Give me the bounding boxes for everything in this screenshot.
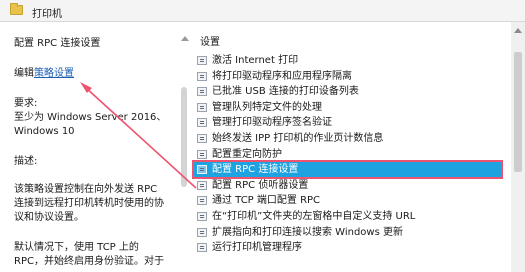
policy-setting-icon <box>197 212 207 221</box>
settings-list-pane: 设置 激活 Internet 打印将打印驱动程序和应用程序隔离 已批准 USB 连… <box>190 22 509 272</box>
setting-item-label: 配置 RPC 侦听器设置 <box>212 179 309 191</box>
setting-item-label: 将打印驱动程序和应用程序隔离 <box>212 70 352 82</box>
description-label: 描述: <box>14 156 38 167</box>
setting-item[interactable]: 扩展指向和打印连接以搜索 Windows 更新 <box>194 225 501 240</box>
setting-item-label: 运行打印机管理程序 <box>212 242 302 254</box>
setting-item[interactable]: 运行打印机管理程序 <box>194 240 501 255</box>
setting-item-label: 已批准 USB 连接的打印设备列表 <box>212 86 359 98</box>
description-line-2: 连接到远程打印机转机时使用的协 <box>14 198 164 209</box>
scroll-up-arrow-icon[interactable] <box>181 36 189 41</box>
setting-item-label: 始终发送 IPP 打印机的作业页计数信息 <box>212 133 384 144</box>
left-scrollbar[interactable] <box>180 32 189 272</box>
scroll-thumb[interactable] <box>514 52 522 172</box>
policy-setting-icon <box>197 118 207 128</box>
folder-title: 打印机 <box>32 9 62 20</box>
title-bar: 打印机 <box>0 0 525 22</box>
policy-setting-icon <box>197 102 207 112</box>
setting-item[interactable]: 通过 TCP 端口配置 RPC <box>194 193 501 208</box>
setting-item-label: 配置 RPC 连接设置 <box>212 164 299 176</box>
description-line-5: RPC，并始终启用身份验证。对于 <box>14 256 164 267</box>
selected-setting-item[interactable]: 配置 RPC 连接设置 <box>192 160 503 180</box>
setting-item[interactable]: 在“打印机”文件夹的左窗格中自定义支持 URL <box>194 209 501 224</box>
description-line-1: 该策略设置控制在向外发送 RPC <box>14 184 158 195</box>
setting-item[interactable]: 管理队列特定文件的处理 <box>194 100 501 115</box>
setting-item[interactable]: 激活 Internet 打印 <box>194 53 501 68</box>
policy-setting-icon <box>197 87 207 97</box>
policy-setting-icon <box>197 56 207 65</box>
policy-setting-icon <box>197 196 207 206</box>
edit-prefix: 编辑 <box>14 68 34 79</box>
policy-setting-icon <box>197 243 207 253</box>
requirements-label: 要求: <box>14 98 38 109</box>
policy-setting-icon <box>197 165 207 175</box>
requirements-line-2: Windows 10 <box>14 126 75 137</box>
policy-description-pane: 配置 RPC 连接设置 编辑策略设置 要求: 至少为 Windows Serve… <box>0 22 180 272</box>
policy-setting-icon <box>197 149 207 159</box>
scroll-up-arrow-icon[interactable] <box>514 28 522 33</box>
description-line-4: 默认情况下，使用 TCP 上的 <box>14 242 139 253</box>
requirements-line-1: 至少为 Windows Server 2016、 <box>14 112 167 123</box>
setting-item[interactable]: 管理打印驱动程序签名验证 <box>194 115 501 130</box>
policy-setting-icon <box>197 227 207 237</box>
scroll-thumb[interactable] <box>181 87 187 187</box>
setting-item[interactable]: 配置 RPC 侦听器设置 <box>194 178 501 193</box>
policy-title: 配置 RPC 连接设置 <box>14 38 101 49</box>
policy-setting-icon <box>197 134 207 143</box>
settings-column-header[interactable]: 设置 <box>200 33 220 48</box>
setting-item-label: 管理打印驱动程序签名验证 <box>212 117 332 129</box>
setting-item[interactable]: 配置重定向防护 <box>194 147 501 162</box>
setting-item-label: 扩展指向和打印连接以搜索 Windows 更新 <box>212 226 403 238</box>
edit-policy-line: 编辑策略设置 <box>14 67 74 81</box>
setting-item[interactable]: 始终发送 IPP 打印机的作业页计数信息 <box>194 131 501 146</box>
right-scrollbar[interactable] <box>511 22 525 272</box>
setting-item-label: 配置重定向防护 <box>212 148 282 160</box>
folder-icon <box>10 3 23 15</box>
policy-setting-icon <box>197 71 207 81</box>
policy-setting-icon <box>197 180 207 190</box>
setting-item[interactable]: 将打印驱动程序和应用程序隔离 <box>194 69 501 84</box>
setting-item-label: 通过 TCP 端口配置 RPC <box>212 195 321 207</box>
setting-item-label: 管理队列特定文件的处理 <box>212 101 322 113</box>
setting-item-label: 在“打印机”文件夹的左窗格中自定义支持 URL <box>212 211 416 222</box>
description-line-3: 议和协议设置。 <box>14 212 84 223</box>
setting-item[interactable]: 已批准 USB 连接的打印设备列表 <box>194 84 501 99</box>
setting-item-label: 激活 Internet 打印 <box>212 55 299 66</box>
edit-policy-link[interactable]: 策略设置 <box>34 68 74 79</box>
